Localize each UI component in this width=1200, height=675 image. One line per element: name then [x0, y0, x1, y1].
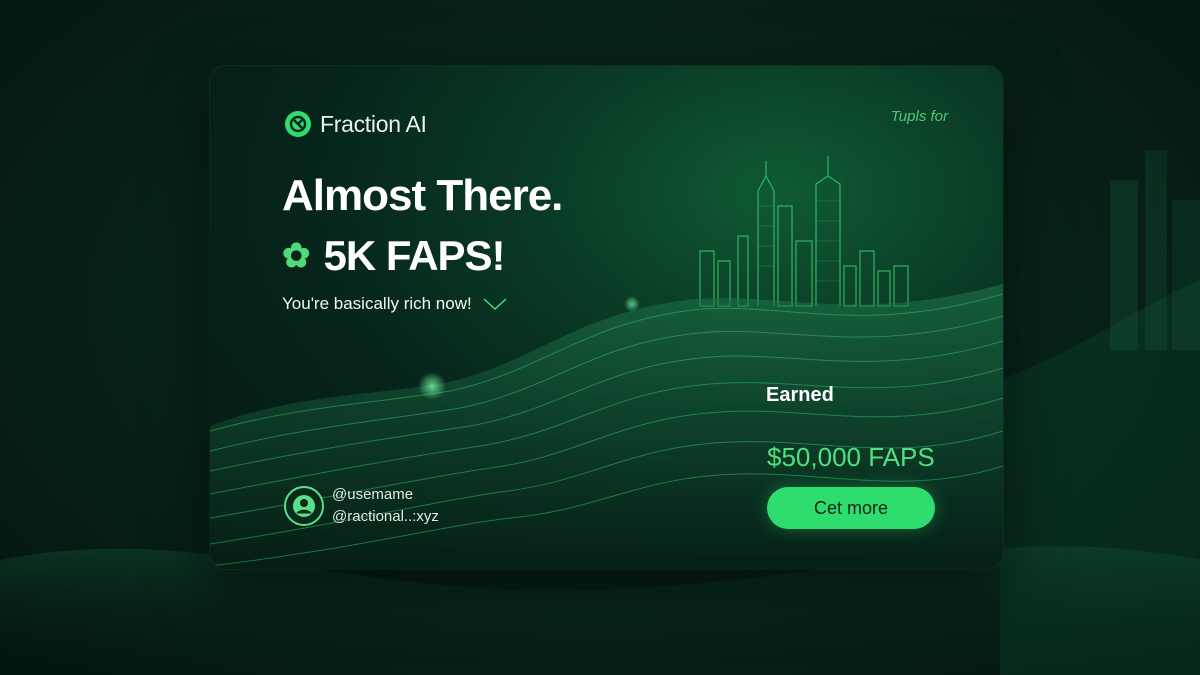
subheadline: ✿ 5K FAPS! [282, 232, 506, 280]
user-avatar-icon [284, 486, 324, 526]
top-right-link[interactable]: Tupls for [891, 108, 948, 125]
fraction-logo-icon [285, 111, 311, 137]
username: @usemame [332, 486, 414, 503]
headline: Almost There. [282, 171, 563, 220]
reward-card: Fraction AI Tupls for Almost There. ✿ 5K… [210, 66, 1003, 569]
user-text: @usemame @ractional..:xyz [332, 484, 439, 528]
tagline-text: You're basically rich now! [282, 294, 472, 313]
user-handle: @ractional..:xyz [332, 508, 439, 525]
subheadline-text: 5K FAPS! [323, 232, 506, 279]
tagline: You're basically rich now! [282, 294, 508, 314]
earned-label: Earned [766, 384, 834, 406]
get-more-button[interactable]: Cet more [767, 487, 935, 529]
brand-name: Fraction AI [320, 110, 427, 137]
clover-icon: ✿ [282, 237, 310, 275]
checkmark-icon [483, 298, 507, 311]
user-info: @usemame @ractional..:xyz [284, 484, 439, 528]
earned-value: $50,000 FAPS [767, 442, 935, 472]
brand: Fraction AI [284, 110, 427, 138]
